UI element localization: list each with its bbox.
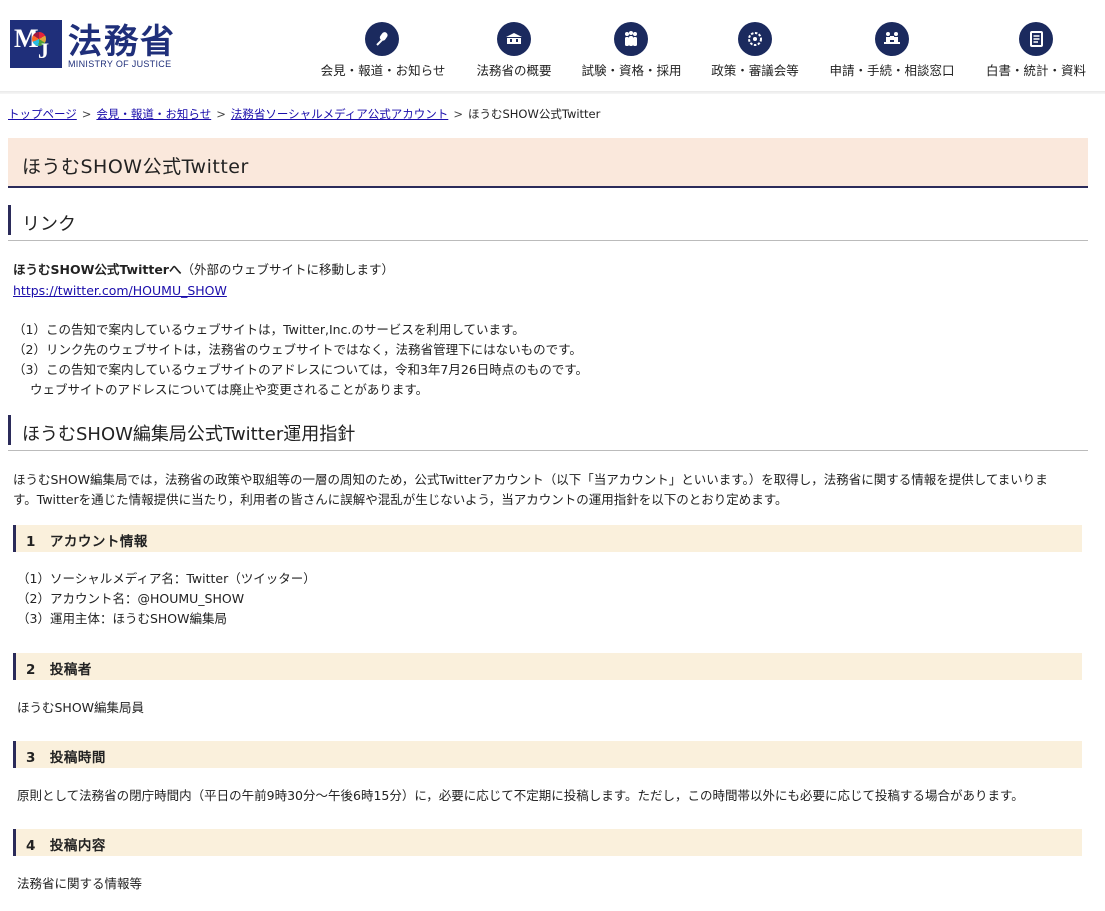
header-divider (0, 91, 1105, 94)
nav-label: 政策・審議会等 (711, 63, 799, 78)
nav-label: 試験・資格・採用 (581, 63, 682, 78)
nav-item-whitepapers[interactable]: 白書・統計・資料 (983, 22, 1089, 82)
document-icon (1019, 22, 1053, 56)
breadcrumb-separator: > (216, 107, 226, 121)
section-heading-link: リンク (8, 205, 1088, 241)
counter-desk-icon (875, 22, 909, 56)
nav-item-applications[interactable]: 申請・手続・相談窓口 (826, 22, 958, 82)
breadcrumb: トップページ > 会見・報道・お知らせ > 法務省ソーシャルメディア公式アカウント > ほう… (8, 106, 600, 122)
subheading-post-content: 4 投稿内容 (13, 829, 1082, 856)
account-item-2: （2）アカウント名：@HOUMU_SHOW (17, 591, 245, 606)
breadcrumb-separator: > (453, 107, 463, 121)
account-item-3: （3）運用主体：ほうむSHOW編集局 (17, 611, 227, 626)
section-heading-text: ほうむSHOW編集局公式Twitter運用指針 (22, 424, 356, 445)
mj-logo-mark: MJ (10, 20, 62, 68)
nav-item-policy[interactable]: 政策・審議会等 (709, 22, 801, 82)
note-1: （1）この告知で案内しているウェブサイトは，Twitter,Inc.のサービスを… (13, 322, 525, 337)
note-2: （2）リンク先のウェブサイトは，法務省のウェブサイトではなく，法務省管理下にはな… (13, 342, 582, 357)
nav-item-overview[interactable]: 法務省の概要 (474, 22, 554, 82)
breadcrumb-link-top[interactable]: トップページ (8, 107, 77, 121)
subheading-text: 3 投稿時間 (26, 750, 106, 766)
subheading-text: 4 投稿内容 (26, 838, 106, 854)
breadcrumb-separator: > (81, 107, 92, 121)
link-title-line: ほうむSHOW公式Twitterへ（外部のウェブサイトに移動します） (13, 260, 394, 280)
policy-intro-line-2: す。Twitterを通じた情報提供に当たり，利用者の皆さんに誤解や混乱が生じない… (13, 492, 788, 507)
breadcrumb-current: ほうむSHOW公式Twitter (467, 107, 601, 121)
post-time-text: 原則として法務省の閉庁時間内（平日の午前9時30分～午後6時15分）に，必要に応… (17, 788, 1024, 803)
nav-item-press[interactable]: 会見・報道・お知らせ (318, 22, 448, 82)
nav-label: 白書・統計・資料 (985, 63, 1086, 78)
subheading-account-info: 1 アカウント情報 (13, 525, 1082, 552)
people-icon (614, 22, 648, 56)
note-3-continued: ウェブサイトのアドレスについては廃止や変更されることがあります。 (30, 382, 429, 397)
subheading-poster: 2 投稿者 (13, 653, 1082, 680)
page-title: ほうむSHOW公式Twitter (22, 156, 249, 178)
microphone-icon (365, 22, 399, 56)
nav-label: 会見・報道・お知らせ (320, 63, 446, 78)
link-note: （外部のウェブサイトに移動します） (181, 262, 394, 277)
poster-text: ほうむSHOW編集局員 (17, 700, 145, 715)
account-item-1: （1）ソーシャルメディア名：Twitter（ツイッター） (17, 571, 316, 586)
logo-subtitle: MINISTRY OF JUSTICE (68, 59, 172, 69)
subheading-post-time: 3 投稿時間 (13, 741, 1082, 768)
page-title-bar: ほうむSHOW公式Twitter (8, 138, 1088, 188)
subheading-text: 1 アカウント情報 (26, 534, 148, 550)
breadcrumb-link-social[interactable]: 法務省ソーシャルメディア公式アカウント (231, 107, 448, 121)
site-header: MJ 法務省 MINISTRY OF JUSTICE 会見・報道・お知らせ 法務… (0, 0, 1105, 92)
building-icon (497, 22, 531, 56)
circle-network-icon (738, 22, 772, 56)
post-content-text: 法務省に関する情報等 (17, 876, 143, 891)
subheading-text: 2 投稿者 (26, 662, 92, 678)
ministry-logo[interactable]: MJ 法務省 MINISTRY OF JUSTICE (10, 18, 190, 70)
link-title: ほうむSHOW公式Twitterへ (13, 262, 182, 277)
nav-item-exams[interactable]: 試験・資格・採用 (579, 22, 684, 82)
nav-label: 申請・手続・相談窓口 (829, 63, 955, 78)
note-3: （3）この告知で案内しているウェブサイトのアドレスについては，令和3年7月26日… (13, 362, 589, 377)
nav-label: 法務省の概要 (476, 63, 552, 78)
breadcrumb-link-press[interactable]: 会見・報道・お知らせ (96, 107, 211, 121)
logo-title: 法務省 (68, 22, 176, 62)
section-heading-text: リンク (22, 214, 76, 235)
policy-intro-line-1: ほうむSHOW編集局では，法務省の政策や取組等の一層の周知のため，公式Twitt… (13, 472, 1048, 487)
section-heading-policy: ほうむSHOW編集局公式Twitter運用指針 (8, 415, 1088, 451)
twitter-url-link[interactable]: https://twitter.com/HOUMU_SHOW (13, 281, 227, 301)
